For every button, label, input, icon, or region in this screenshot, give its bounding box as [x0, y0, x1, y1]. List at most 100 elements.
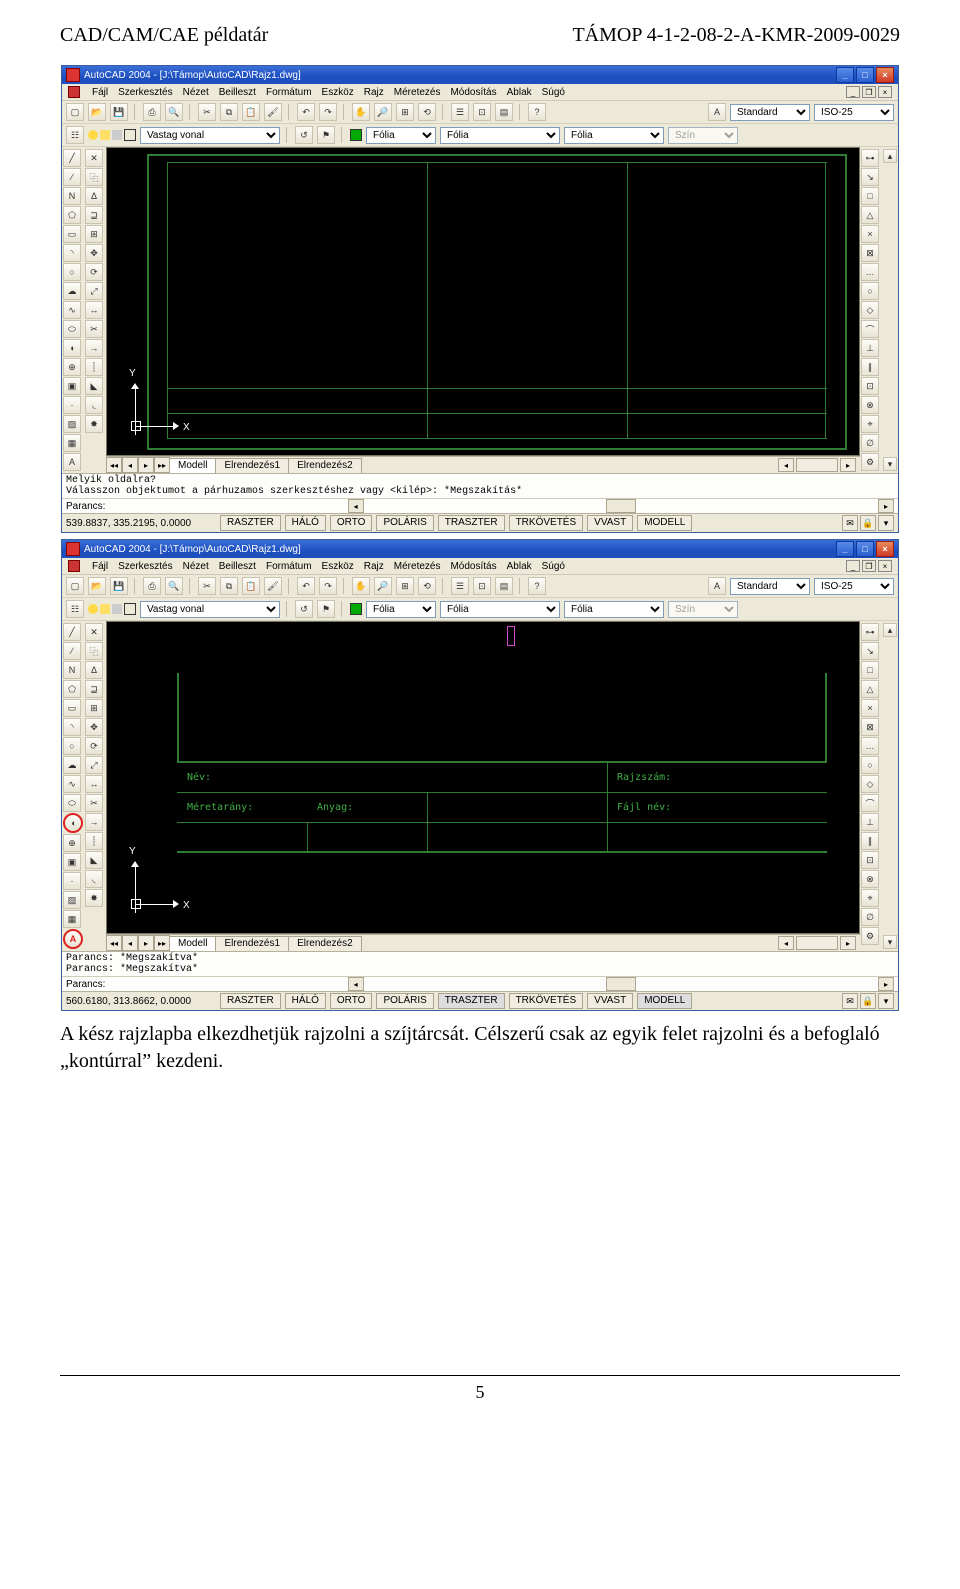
- snap-int-icon[interactable]: ×: [861, 225, 879, 243]
- menu-item[interactable]: Rajz: [364, 87, 384, 98]
- rotate-icon[interactable]: ⟳: [85, 737, 103, 755]
- close-button[interactable]: ×: [876, 541, 894, 557]
- dimstyle-select[interactable]: ISO-25: [814, 578, 894, 595]
- scale-icon[interactable]: ⤢: [85, 756, 103, 774]
- preview-icon[interactable]: 🔍: [165, 103, 183, 121]
- textstyle-icon[interactable]: A: [708, 103, 726, 121]
- spline-icon[interactable]: ∿: [63, 301, 81, 319]
- status-toggle[interactable]: TRKÖVETÉS: [509, 515, 584, 531]
- trim-icon[interactable]: ✂: [85, 320, 103, 338]
- tab-layout[interactable]: Elrendezés2: [288, 458, 362, 473]
- zoom-prev-icon[interactable]: ⟲: [418, 577, 436, 595]
- layermgr-icon[interactable]: ☷: [66, 126, 84, 144]
- menu-item[interactable]: Eszköz: [322, 561, 354, 572]
- pline-icon[interactable]: N: [63, 661, 81, 679]
- snap-mid-icon[interactable]: △: [861, 206, 879, 224]
- status-coords[interactable]: 539.8837, 335.2195, 0.0000: [66, 518, 216, 529]
- vscroll-down[interactable]: ▾: [883, 457, 897, 471]
- scale-icon[interactable]: ⤢: [85, 282, 103, 300]
- status-toggle[interactable]: VVAST: [587, 515, 633, 531]
- revcloud-icon[interactable]: ☁: [63, 282, 81, 300]
- tab-nav-first[interactable]: ◂◂: [106, 935, 122, 951]
- layer-lock-icon[interactable]: [112, 130, 122, 140]
- maximize-button[interactable]: □: [856, 541, 874, 557]
- snap-none-icon[interactable]: ∅: [861, 434, 879, 452]
- revcloud-icon[interactable]: ☁: [63, 756, 81, 774]
- hscroll-thumb[interactable]: [796, 936, 838, 950]
- menu-item[interactable]: Beilleszt: [219, 87, 256, 98]
- snap-end-icon[interactable]: □: [861, 661, 879, 679]
- paste-icon[interactable]: 📋: [242, 103, 260, 121]
- snap-tan-icon[interactable]: ⌒: [861, 320, 879, 338]
- mdi-restore[interactable]: ❐: [862, 560, 876, 572]
- menu-item[interactable]: Súgó: [542, 87, 565, 98]
- properties-icon[interactable]: ☰: [451, 577, 469, 595]
- help-icon[interactable]: ?: [528, 577, 546, 595]
- ellipse-icon[interactable]: ⬭: [63, 794, 81, 812]
- polygon-icon[interactable]: ⬠: [63, 206, 81, 224]
- tray-comm-icon[interactable]: ✉: [842, 993, 858, 1009]
- menu-item[interactable]: Szerkesztés: [118, 87, 172, 98]
- status-toggle[interactable]: POLÁRIS: [376, 993, 433, 1009]
- region-icon[interactable]: ▦: [63, 910, 81, 928]
- snap-appint-icon[interactable]: ⊠: [861, 718, 879, 736]
- dimstyle-select[interactable]: ISO-25: [814, 104, 894, 121]
- cmd-scroll-left[interactable]: ◂: [348, 499, 364, 513]
- tab-nav-prev[interactable]: ◂: [122, 457, 138, 473]
- cmd-scroll-right[interactable]: ▸: [878, 499, 894, 513]
- tray-comm-icon[interactable]: ✉: [842, 515, 858, 531]
- snap-tan-icon[interactable]: ⌒: [861, 794, 879, 812]
- extend-icon[interactable]: →: [85, 813, 103, 831]
- color-swatch[interactable]: [350, 603, 362, 615]
- snap-ext-icon[interactable]: …: [861, 737, 879, 755]
- layermgr-icon[interactable]: ☷: [66, 600, 84, 618]
- cut-icon[interactable]: ✂: [198, 103, 216, 121]
- menu-item[interactable]: Fájl: [92, 87, 108, 98]
- snap-appint-icon[interactable]: ⊠: [861, 244, 879, 262]
- copy-icon[interactable]: ⧉: [220, 103, 238, 121]
- save-icon[interactable]: 💾: [110, 577, 128, 595]
- command-prompt[interactable]: Parancs:: [66, 501, 105, 512]
- cmd-scroll-left[interactable]: ◂: [348, 977, 364, 991]
- drawing-canvas-1[interactable]: XY: [106, 147, 860, 456]
- help-icon[interactable]: ?: [528, 103, 546, 121]
- explode-icon[interactable]: ✸: [85, 415, 103, 433]
- menu-item[interactable]: Ablak: [507, 87, 532, 98]
- tab-nav-first[interactable]: ◂◂: [106, 457, 122, 473]
- new-icon[interactable]: ▢: [66, 577, 84, 595]
- osnap-settings-icon[interactable]: ⚙: [861, 453, 879, 471]
- trim-icon[interactable]: ✂: [85, 794, 103, 812]
- print-icon[interactable]: ⎙: [143, 103, 161, 121]
- text-icon-highlighted[interactable]: A: [63, 929, 83, 949]
- layer-color-icon[interactable]: [124, 603, 136, 615]
- arc-icon[interactable]: ◝: [63, 244, 81, 262]
- toolpalette-icon[interactable]: ▤: [495, 103, 513, 121]
- break-icon[interactable]: ┊: [85, 832, 103, 850]
- rect-icon[interactable]: ▭: [63, 225, 81, 243]
- layer-freeze-icon[interactable]: [100, 130, 110, 140]
- circle-icon[interactable]: ○: [63, 737, 81, 755]
- menu-item[interactable]: Súgó: [542, 561, 565, 572]
- layer-on-icon[interactable]: [88, 130, 98, 140]
- menu-item[interactable]: Nézet: [183, 561, 209, 572]
- temp-track-icon[interactable]: ⊶: [861, 149, 879, 167]
- menu-item[interactable]: Eszköz: [322, 87, 354, 98]
- mdi-restore[interactable]: ❐: [862, 86, 876, 98]
- status-toggle[interactable]: POLÁRIS: [376, 515, 433, 531]
- hscroll-left[interactable]: ◂: [778, 458, 794, 472]
- layer-on-icon[interactable]: [88, 604, 98, 614]
- snap-ext-icon[interactable]: …: [861, 263, 879, 281]
- snap-cen-icon[interactable]: ○: [861, 282, 879, 300]
- offset-icon[interactable]: ⊒: [85, 206, 103, 224]
- close-button[interactable]: ×: [876, 67, 894, 83]
- status-toggle[interactable]: MODELL: [637, 993, 692, 1009]
- block-icon[interactable]: ▣: [63, 377, 81, 395]
- menu-item[interactable]: Fájl: [92, 561, 108, 572]
- cmd-scroll-thumb[interactable]: [606, 977, 636, 991]
- status-coords[interactable]: 560.6180, 313.8662, 0.0000: [66, 996, 216, 1007]
- zoom-icon[interactable]: 🔎: [374, 577, 392, 595]
- snap-near-icon[interactable]: ⌖: [861, 889, 879, 907]
- hscroll-right[interactable]: ▸: [840, 458, 856, 472]
- line-icon[interactable]: ╱: [63, 623, 81, 641]
- region-icon[interactable]: ▦: [63, 434, 81, 452]
